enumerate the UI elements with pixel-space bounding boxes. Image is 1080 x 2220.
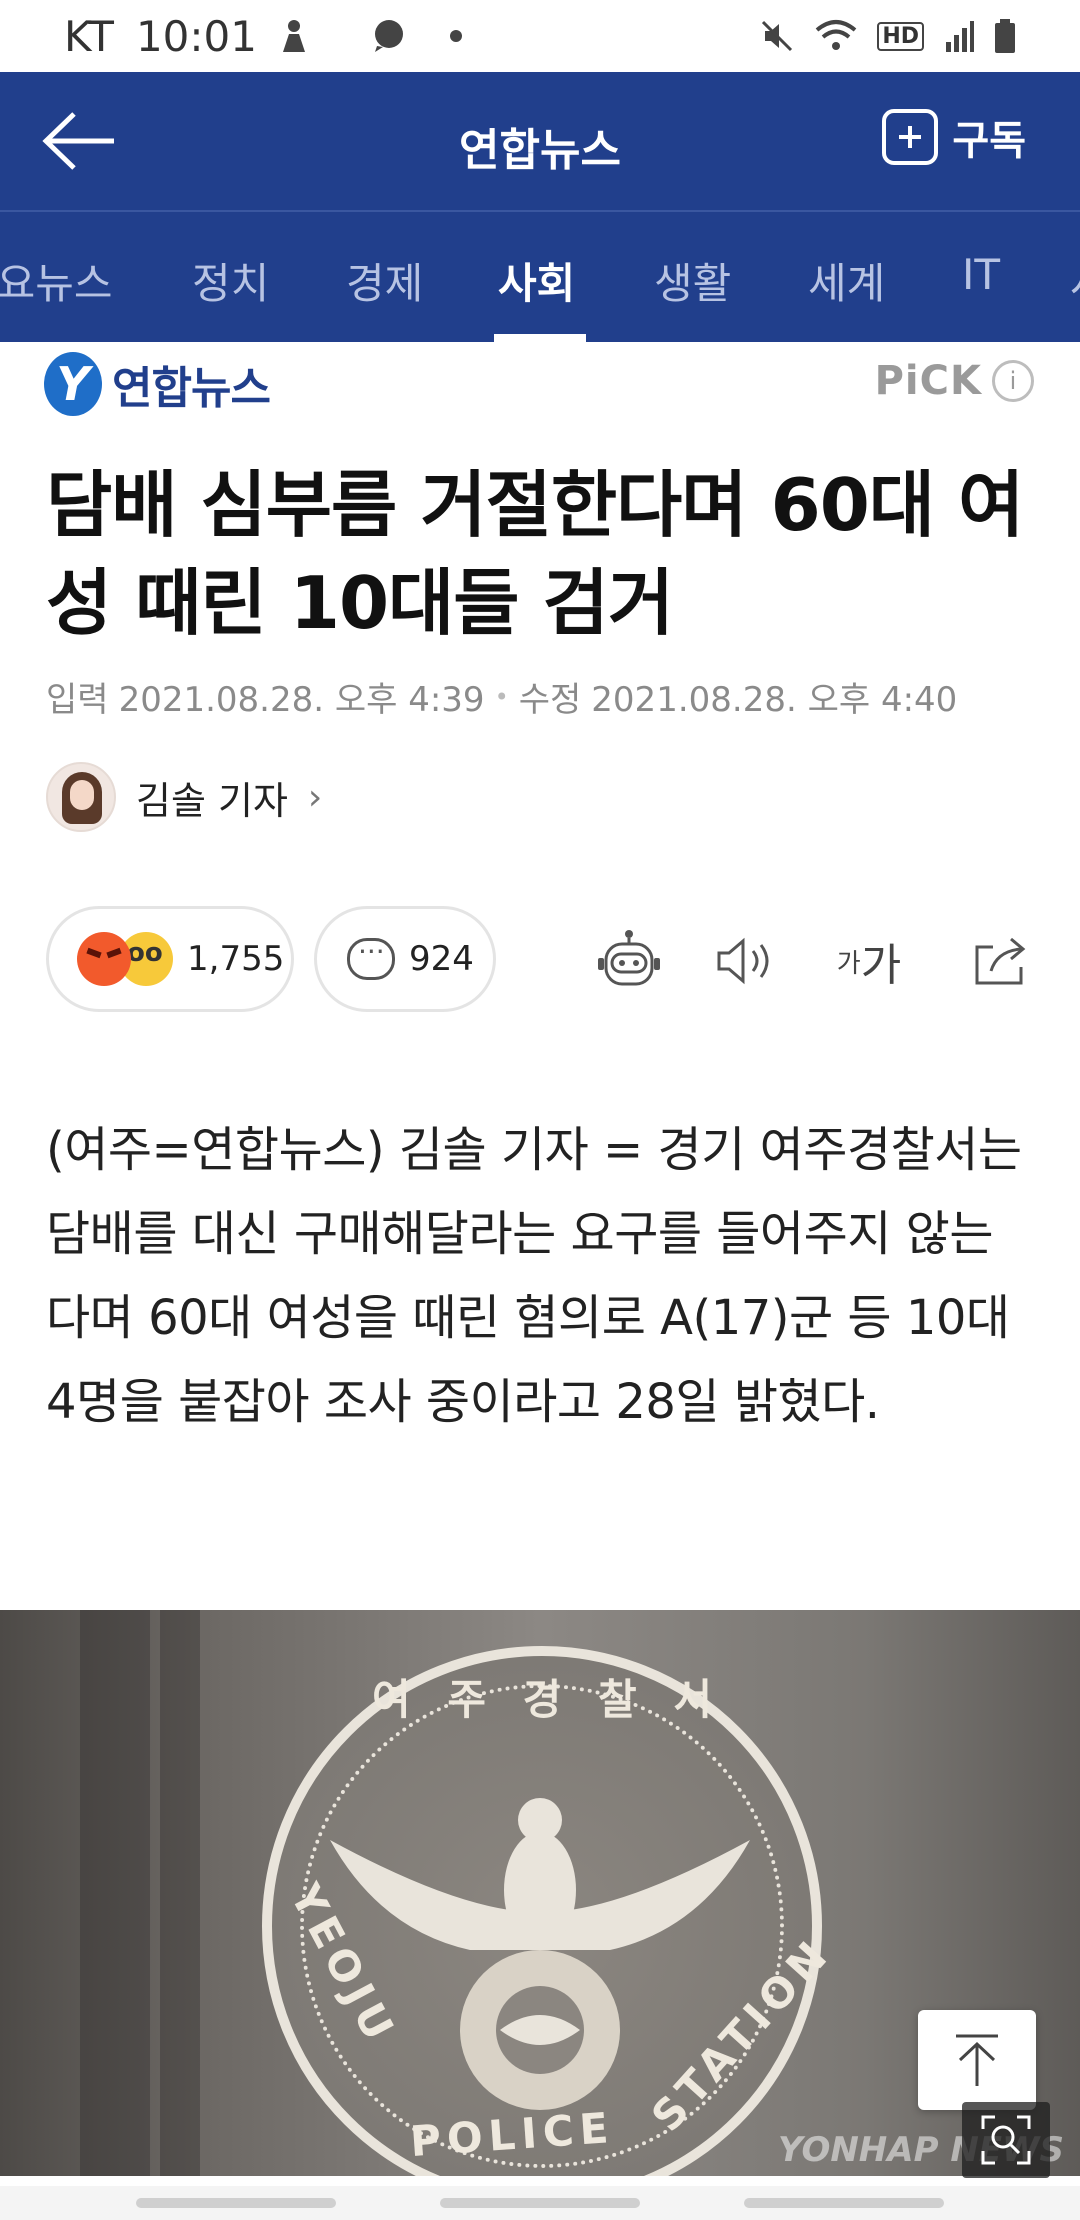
input-label: 입력: [46, 680, 109, 720]
subscribe-label: 구독: [952, 118, 1026, 164]
font-small-icon: 가: [836, 948, 861, 979]
person-icon: [279, 18, 309, 54]
summary-bot-button[interactable]: [594, 926, 664, 996]
share-button[interactable]: [966, 926, 1036, 996]
category-tabs: 주요뉴스 정치 경제 사회 생활 세계 IT 사설: [0, 210, 1080, 342]
subscribe-button[interactable]: 구독: [882, 108, 1026, 166]
edit-date: 2021.08.28. 오후 4:40: [591, 680, 958, 720]
bottom-nav-hint: [0, 2186, 1080, 2220]
back-button[interactable]: [40, 108, 120, 174]
status-bar: KT 10:01 HD: [0, 0, 1080, 72]
scroll-top-button[interactable]: [918, 2010, 1036, 2110]
author-link[interactable]: 김솔 기자 ›: [46, 762, 322, 832]
active-tab-indicator: [494, 334, 586, 342]
image-zoom-button[interactable]: [962, 2102, 1050, 2178]
font-size-button[interactable]: 가가: [834, 926, 904, 996]
carrier-label: KT: [64, 11, 114, 61]
comment-button[interactable]: 924: [314, 906, 496, 1012]
hd-icon: HD: [877, 21, 924, 51]
chat-bubble-icon: [371, 18, 407, 54]
robot-icon: [598, 930, 660, 986]
article-headline: 담배 심부름 거절한다며 60대 여성 때린 10대들 검거: [46, 463, 1024, 645]
plus-icon: [882, 109, 939, 165]
info-icon: i: [992, 360, 1034, 402]
font-large-icon: 가: [860, 940, 902, 991]
reaction-button[interactable]: 1,755: [46, 906, 294, 1012]
comment-bubble-icon: [347, 935, 395, 980]
arrow-up-icon: [956, 2034, 998, 2086]
article-actions: 1,755 924 가가: [46, 906, 1036, 1014]
author-name: 김솔 기자: [136, 778, 288, 823]
chevron-right-icon: ›: [307, 776, 323, 818]
publisher-link[interactable]: Y 연합뉴스: [44, 348, 271, 420]
share-icon: [975, 937, 1026, 985]
battery-icon: [994, 18, 1016, 54]
angry-emoji-icon: [77, 932, 131, 986]
magnify-icon: [981, 2115, 1031, 2165]
read-aloud-button[interactable]: [710, 926, 780, 996]
app-bar: 연합뉴스 구독: [0, 72, 1080, 210]
tab-economy[interactable]: 경제: [346, 250, 423, 311]
article-body: (여주=연합뉴스) 김솔 기자 = 경기 여주경찰서는 담배를 대신 구매해달라…: [46, 1122, 1022, 1430]
clock: 10:01: [135, 11, 257, 61]
comment-count: 924: [409, 939, 474, 979]
reaction-count: 1,755: [187, 939, 285, 979]
seal-korean-text: 여 주 경 찰 서: [372, 1675, 712, 1724]
publisher-name: 연합뉴스: [112, 363, 271, 414]
arrow-left-icon: [42, 112, 114, 170]
avatar: [46, 762, 116, 832]
tab-editorial[interactable]: 사설: [1070, 250, 1080, 311]
separator-dot-icon: •: [494, 682, 509, 711]
edit-label: 수정: [518, 680, 582, 720]
tab-life[interactable]: 생활: [654, 250, 731, 311]
wifi-icon: [815, 18, 857, 54]
tab-society[interactable]: 사회: [498, 250, 575, 311]
yonhap-logo-icon: Y: [44, 352, 102, 416]
tab-it[interactable]: IT: [962, 250, 1000, 299]
tab-main-news[interactable]: 주요뉴스: [0, 250, 113, 311]
dot-icon: [449, 29, 463, 43]
input-date: 2021.08.28. 오후 4:39: [118, 680, 485, 720]
pick-label: PiCK: [874, 358, 982, 404]
tab-world[interactable]: 세계: [808, 250, 885, 311]
mute-icon: [759, 18, 795, 54]
tab-politics[interactable]: 정치: [192, 250, 269, 311]
pick-badge[interactable]: PiCK i: [875, 358, 1034, 404]
article-meta: 입력 2021.08.28. 오후 4:39 • 수정 2021.08.28. …: [46, 672, 957, 721]
signal-icon: [944, 20, 974, 52]
speaker-icon: [717, 937, 769, 985]
